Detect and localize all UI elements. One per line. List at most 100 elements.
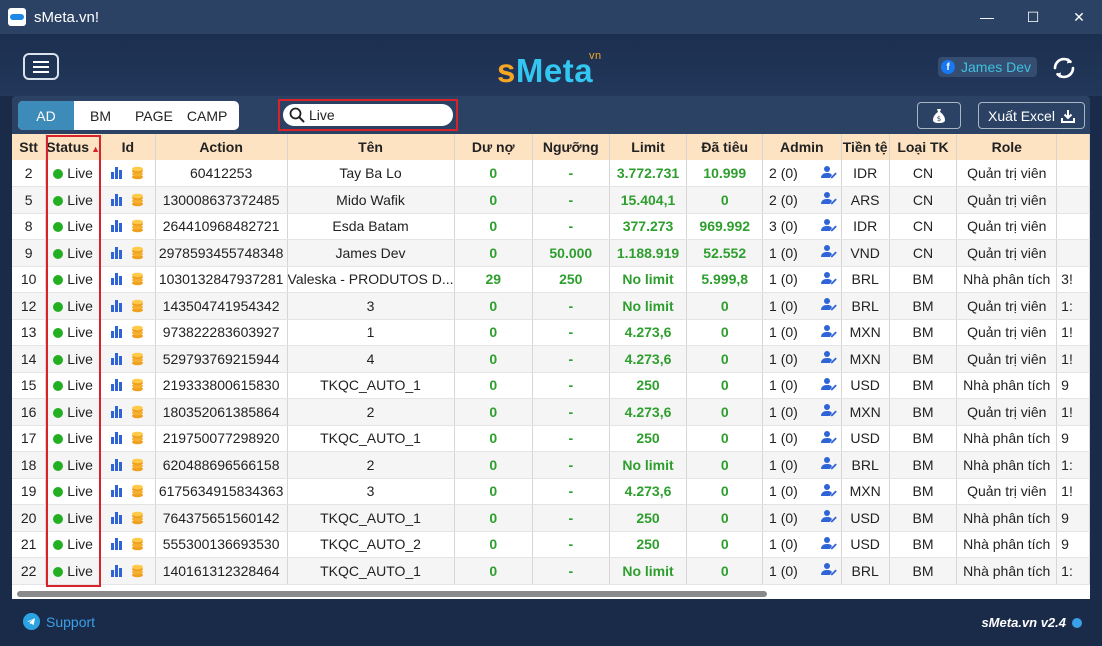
table-row[interactable]: 5 Live 130008637372485 Mido Wafik 0-15.404,1… bbox=[12, 186, 1090, 214]
horizontal-scrollbar[interactable] bbox=[12, 589, 1090, 599]
coins-icon[interactable] bbox=[131, 563, 144, 579]
search-input[interactable] bbox=[309, 107, 439, 123]
user-edit-icon[interactable] bbox=[820, 191, 837, 208]
bar-chart-icon[interactable] bbox=[111, 485, 123, 498]
bar-chart-icon[interactable] bbox=[111, 299, 123, 312]
coins-icon[interactable] bbox=[131, 510, 144, 526]
column-header-nguong[interactable]: Ngưỡng bbox=[532, 134, 610, 160]
coins-icon[interactable] bbox=[131, 404, 144, 420]
cell-action-id[interactable]: 219750077298920 bbox=[155, 425, 288, 452]
column-header-id[interactable]: Id bbox=[100, 134, 156, 160]
user-edit-icon[interactable] bbox=[820, 509, 837, 526]
column-header-ten[interactable]: Tên bbox=[287, 134, 455, 160]
user-edit-icon[interactable] bbox=[820, 324, 837, 341]
coins-icon[interactable] bbox=[131, 536, 144, 552]
bar-chart-icon[interactable] bbox=[111, 246, 123, 259]
column-header-action[interactable]: Action bbox=[155, 134, 288, 160]
cell-action-id[interactable]: 264410968482721 bbox=[155, 213, 288, 240]
hamburger-menu-button[interactable] bbox=[23, 53, 59, 80]
user-edit-icon[interactable] bbox=[820, 377, 837, 394]
scrollbar-thumb[interactable] bbox=[17, 591, 767, 597]
column-header-tien-te[interactable]: Tiền tệ bbox=[841, 134, 890, 160]
tab-camp[interactable]: CAMP bbox=[185, 101, 239, 130]
column-header-admin[interactable]: Admin bbox=[762, 134, 842, 160]
column-header-da-tieu[interactable]: Đã tiêu bbox=[686, 134, 764, 160]
bar-chart-icon[interactable] bbox=[111, 458, 123, 471]
bar-chart-icon[interactable] bbox=[111, 326, 123, 339]
cell-action-id[interactable]: 973822283603927 bbox=[155, 319, 288, 346]
bar-chart-icon[interactable] bbox=[111, 167, 123, 179]
tab-ad[interactable]: AD bbox=[18, 101, 74, 130]
bar-chart-icon[interactable] bbox=[111, 193, 123, 206]
user-edit-icon[interactable] bbox=[820, 244, 837, 261]
table-row[interactable]: 14 Live 529793769215944 4 0-4.273,6 0 1 (0) MXN… bbox=[12, 345, 1090, 373]
table-row[interactable]: 9 Live 2978593455748348 James Dev 0 50.000 1.1… bbox=[12, 239, 1090, 267]
user-edit-icon[interactable] bbox=[820, 297, 837, 314]
table-row[interactable]: 22 Live 140161312328464 TKQC_AUTO_1 0- No lim… bbox=[12, 557, 1090, 585]
tab-bm[interactable]: BM bbox=[74, 101, 123, 130]
user-edit-icon[interactable] bbox=[820, 350, 837, 367]
maximize-button[interactable]: ☐ bbox=[1010, 0, 1056, 34]
coins-icon[interactable] bbox=[131, 483, 144, 499]
column-header-role[interactable]: Role bbox=[956, 134, 1058, 160]
user-edit-icon[interactable] bbox=[820, 430, 837, 447]
export-excel-button[interactable]: Xuất Excel bbox=[978, 102, 1085, 129]
cell-action-id[interactable]: 555300136693530 bbox=[155, 531, 288, 558]
bar-chart-icon[interactable] bbox=[111, 405, 123, 418]
cell-action-id[interactable]: 180352061385864 bbox=[155, 398, 288, 426]
cell-action-id[interactable]: 529793769215944 bbox=[155, 345, 288, 373]
column-header-du-no[interactable]: Dư nợ bbox=[454, 134, 533, 160]
bar-chart-icon[interactable] bbox=[111, 564, 123, 577]
column-header-status[interactable]: Status ▲ bbox=[45, 134, 101, 160]
cell-action-id[interactable]: 764375651560142 bbox=[155, 504, 288, 532]
cell-action-id[interactable]: 130008637372485 bbox=[155, 186, 288, 214]
table-row[interactable]: 19 Live 6175634915834363 3 0-4.273,6 0 1 (0) MX… bbox=[12, 478, 1090, 505]
table-row[interactable]: 15 Live 219333800615830 TKQC_AUTO_1 0-250 0 1 … bbox=[12, 372, 1090, 399]
cell-action-id[interactable]: 140161312328464 bbox=[155, 557, 288, 585]
coins-icon[interactable] bbox=[131, 351, 144, 367]
table-row[interactable]: 8 Live 264410968482721 Esda Batam 0-377.273 9… bbox=[12, 213, 1090, 240]
bar-chart-icon[interactable] bbox=[111, 352, 123, 365]
bar-chart-icon[interactable] bbox=[111, 432, 123, 445]
cell-action-id[interactable]: 620488696566158 bbox=[155, 451, 288, 479]
bar-chart-icon[interactable] bbox=[111, 379, 123, 392]
cell-action-id[interactable]: 143504741954342 bbox=[155, 292, 288, 320]
table-row[interactable]: 20 Live 764375651560142 TKQC_AUTO_1 0-250 0 1 … bbox=[12, 504, 1090, 532]
bar-chart-icon[interactable] bbox=[111, 538, 123, 551]
column-header-limit[interactable]: Limit bbox=[609, 134, 688, 160]
user-edit-icon[interactable] bbox=[820, 536, 837, 553]
accounts-table-container[interactable]: Stt Status ▲ Id Action Tên Dư nợ Ngưỡng L… bbox=[12, 134, 1090, 589]
user-edit-icon[interactable] bbox=[820, 165, 837, 182]
close-button[interactable]: ✕ bbox=[1056, 0, 1102, 34]
cell-action-id[interactable]: 1030132847937281 bbox=[155, 266, 288, 293]
coins-icon[interactable] bbox=[131, 457, 144, 473]
coins-icon[interactable] bbox=[131, 271, 144, 287]
table-row[interactable]: 10 Live 1030132847937281 Valeska - PRODUTOS… bbox=[12, 266, 1090, 293]
cell-action-id[interactable]: 60412253 bbox=[155, 160, 288, 187]
support-link[interactable]: Support bbox=[23, 613, 95, 630]
table-row[interactable]: 21 Live 555300136693530 TKQC_AUTO_2 0-250 0 1 … bbox=[12, 531, 1090, 558]
money-bag-button[interactable]: $ bbox=[917, 102, 961, 129]
coins-icon[interactable] bbox=[131, 324, 144, 340]
user-edit-icon[interactable] bbox=[820, 218, 837, 235]
cell-action-id[interactable]: 2978593455748348 bbox=[155, 239, 288, 267]
coins-icon[interactable] bbox=[131, 298, 144, 314]
user-badge[interactable]: f James Dev bbox=[938, 57, 1038, 77]
user-edit-icon[interactable] bbox=[820, 403, 837, 420]
table-row[interactable]: 16 Live 180352061385864 2 0-4.273,6 0 1 (0) MXN… bbox=[12, 398, 1090, 426]
table-row[interactable]: 12 Live 143504741954342 3 0- No limit 0 1 (0) BR… bbox=[12, 292, 1090, 320]
coins-icon[interactable] bbox=[131, 430, 144, 446]
cell-action-id[interactable]: 6175634915834363 bbox=[155, 478, 288, 505]
user-edit-icon[interactable] bbox=[820, 456, 837, 473]
table-row[interactable]: 13 Live 973822283603927 1 0-4.273,6 0 1 (0) MXN… bbox=[12, 319, 1090, 346]
user-edit-icon[interactable] bbox=[820, 271, 837, 288]
user-edit-icon[interactable] bbox=[820, 562, 837, 579]
bar-chart-icon[interactable] bbox=[111, 511, 123, 524]
table-row[interactable]: 17 Live 219750077298920 TKQC_AUTO_1 0-250 0 1 … bbox=[12, 425, 1090, 452]
table-row[interactable]: 2 Live 60412253 Tay Ba Lo 0-3.772.731 10.999 2… bbox=[12, 160, 1090, 187]
coins-icon[interactable] bbox=[131, 245, 144, 261]
bar-chart-icon[interactable] bbox=[111, 273, 123, 286]
coins-icon[interactable] bbox=[131, 165, 144, 181]
cell-action-id[interactable]: 219333800615830 bbox=[155, 372, 288, 399]
bar-chart-icon[interactable] bbox=[111, 220, 123, 233]
